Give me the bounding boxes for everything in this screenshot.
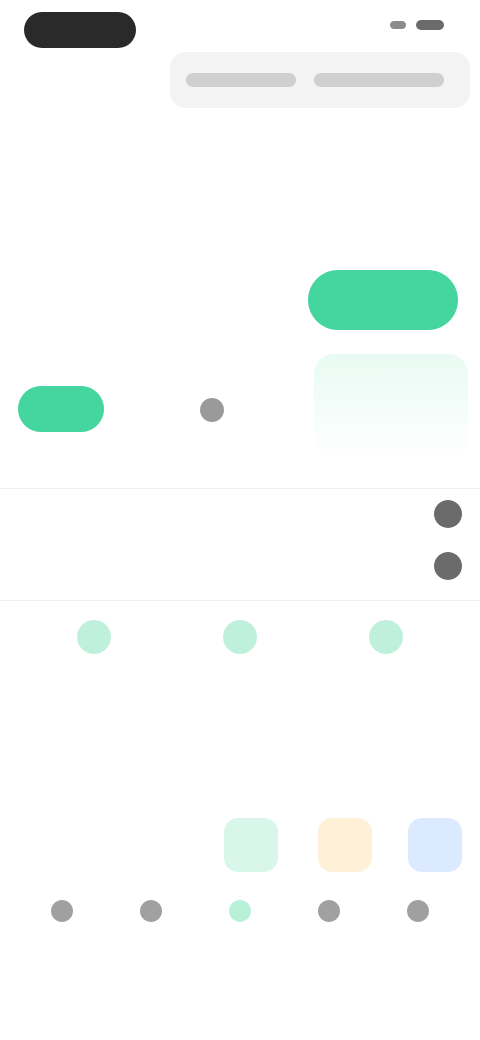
status-pill [24, 12, 136, 48]
wifi-icon [390, 21, 406, 29]
category-card-orange[interactable] [318, 818, 372, 872]
top-summary-card[interactable] [170, 52, 470, 108]
divider [0, 600, 480, 601]
nav-wallet[interactable] [212, 900, 268, 932]
nav-discover[interactable] [123, 900, 179, 932]
list-row-1[interactable] [18, 500, 462, 528]
nav-messages[interactable] [301, 900, 357, 932]
divider [0, 488, 480, 489]
category-card-blue[interactable] [408, 818, 462, 872]
chevron-icon [434, 500, 462, 528]
summary-line-1 [186, 73, 296, 87]
summary-line-2 [314, 73, 444, 87]
nav-profile[interactable] [390, 900, 446, 932]
compass-icon [140, 900, 162, 922]
feature-icon-3 [369, 620, 403, 654]
wallet-icon [229, 900, 251, 922]
feature-row [0, 620, 480, 666]
highlight-card[interactable] [314, 354, 468, 458]
list-row-2[interactable] [18, 552, 462, 580]
nav-home[interactable] [34, 900, 90, 932]
feature-item-1[interactable] [34, 620, 154, 666]
battery-icon [416, 20, 444, 30]
user-icon [407, 900, 429, 922]
feature-item-3[interactable] [326, 620, 446, 666]
bottom-nav [0, 900, 480, 932]
home-icon [51, 900, 73, 922]
feature-icon-1 [77, 620, 111, 654]
feature-icon-2 [223, 620, 257, 654]
chat-icon [318, 900, 340, 922]
dot-icon[interactable] [200, 398, 224, 422]
quick-action-left[interactable] [18, 386, 104, 432]
primary-cta-button[interactable] [308, 270, 458, 330]
status-indicators [390, 20, 444, 30]
chevron-icon [434, 552, 462, 580]
feature-item-2[interactable] [180, 620, 300, 666]
category-card-green[interactable] [224, 818, 278, 872]
